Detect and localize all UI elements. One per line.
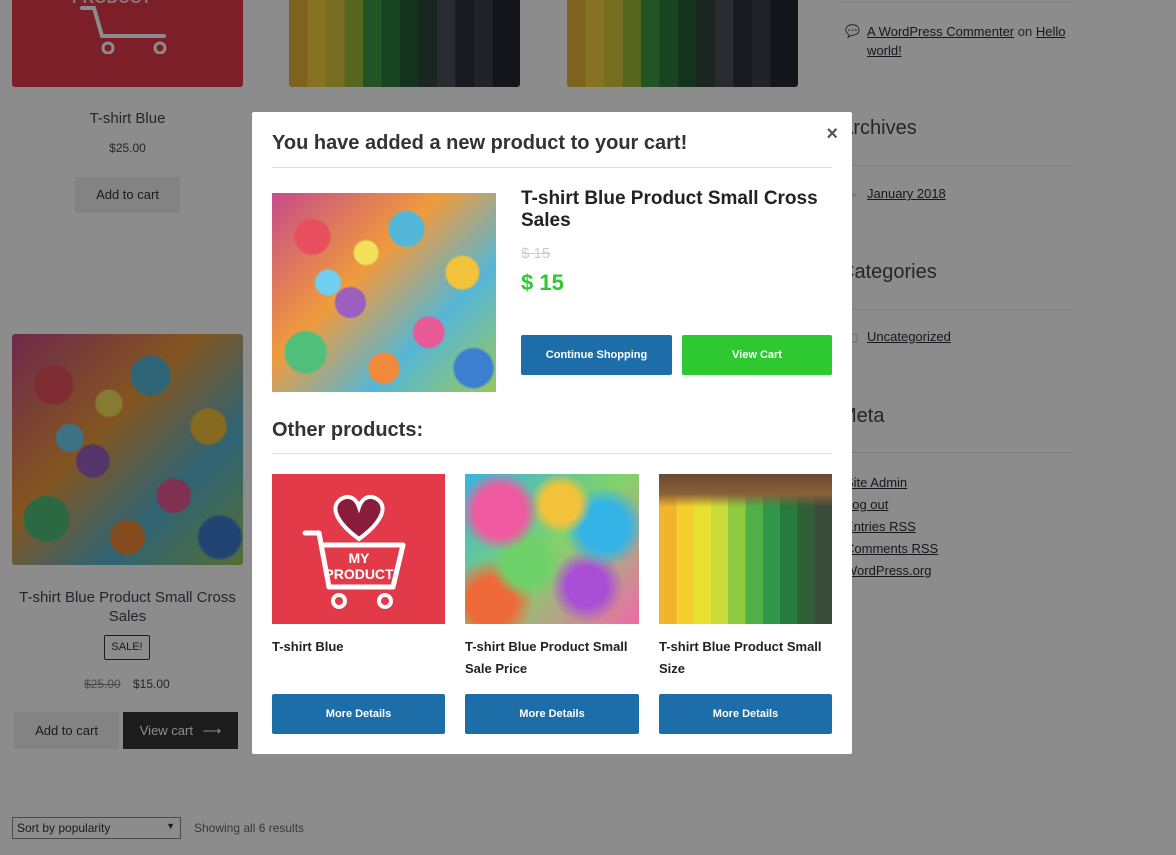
logo-text-product: PRODUCT	[324, 566, 394, 582]
divider	[272, 453, 832, 454]
other-product-title[interactable]: T-shirt Blue	[272, 636, 445, 658]
heart-cart-logo-icon: MY PRODUCT	[302, 494, 405, 609]
other-product-title[interactable]: T-shirt Blue Product Small Sale Price	[465, 636, 639, 680]
added-product-price: $ 15	[521, 270, 564, 295]
other-product-image[interactable]: MY PRODUCT	[272, 474, 445, 624]
added-product-image	[272, 193, 496, 392]
other-products-heading: Other products:	[272, 419, 424, 441]
other-product-image[interactable]	[659, 474, 832, 624]
modal-heading: You have added a new product to your car…	[272, 132, 688, 154]
more-details-button[interactable]: More Details	[465, 694, 639, 734]
more-details-button[interactable]: More Details	[272, 694, 445, 734]
logo-text-my: MY	[348, 550, 370, 566]
more-details-button[interactable]: More Details	[659, 694, 832, 734]
added-product-old-price: $ 15	[521, 245, 551, 262]
close-icon[interactable]: ×	[826, 124, 838, 144]
view-cart-button[interactable]: View Cart	[682, 335, 832, 375]
added-product-name: T-shirt Blue Product Small Cross Sales	[521, 188, 818, 231]
continue-shopping-button[interactable]: Continue Shopping	[521, 335, 672, 375]
added-to-cart-modal: × You have added a new product to your c…	[252, 112, 852, 754]
other-product-image[interactable]	[465, 474, 639, 624]
divider	[272, 167, 832, 168]
other-product-title[interactable]: T-shirt Blue Product Small Size	[659, 636, 832, 680]
